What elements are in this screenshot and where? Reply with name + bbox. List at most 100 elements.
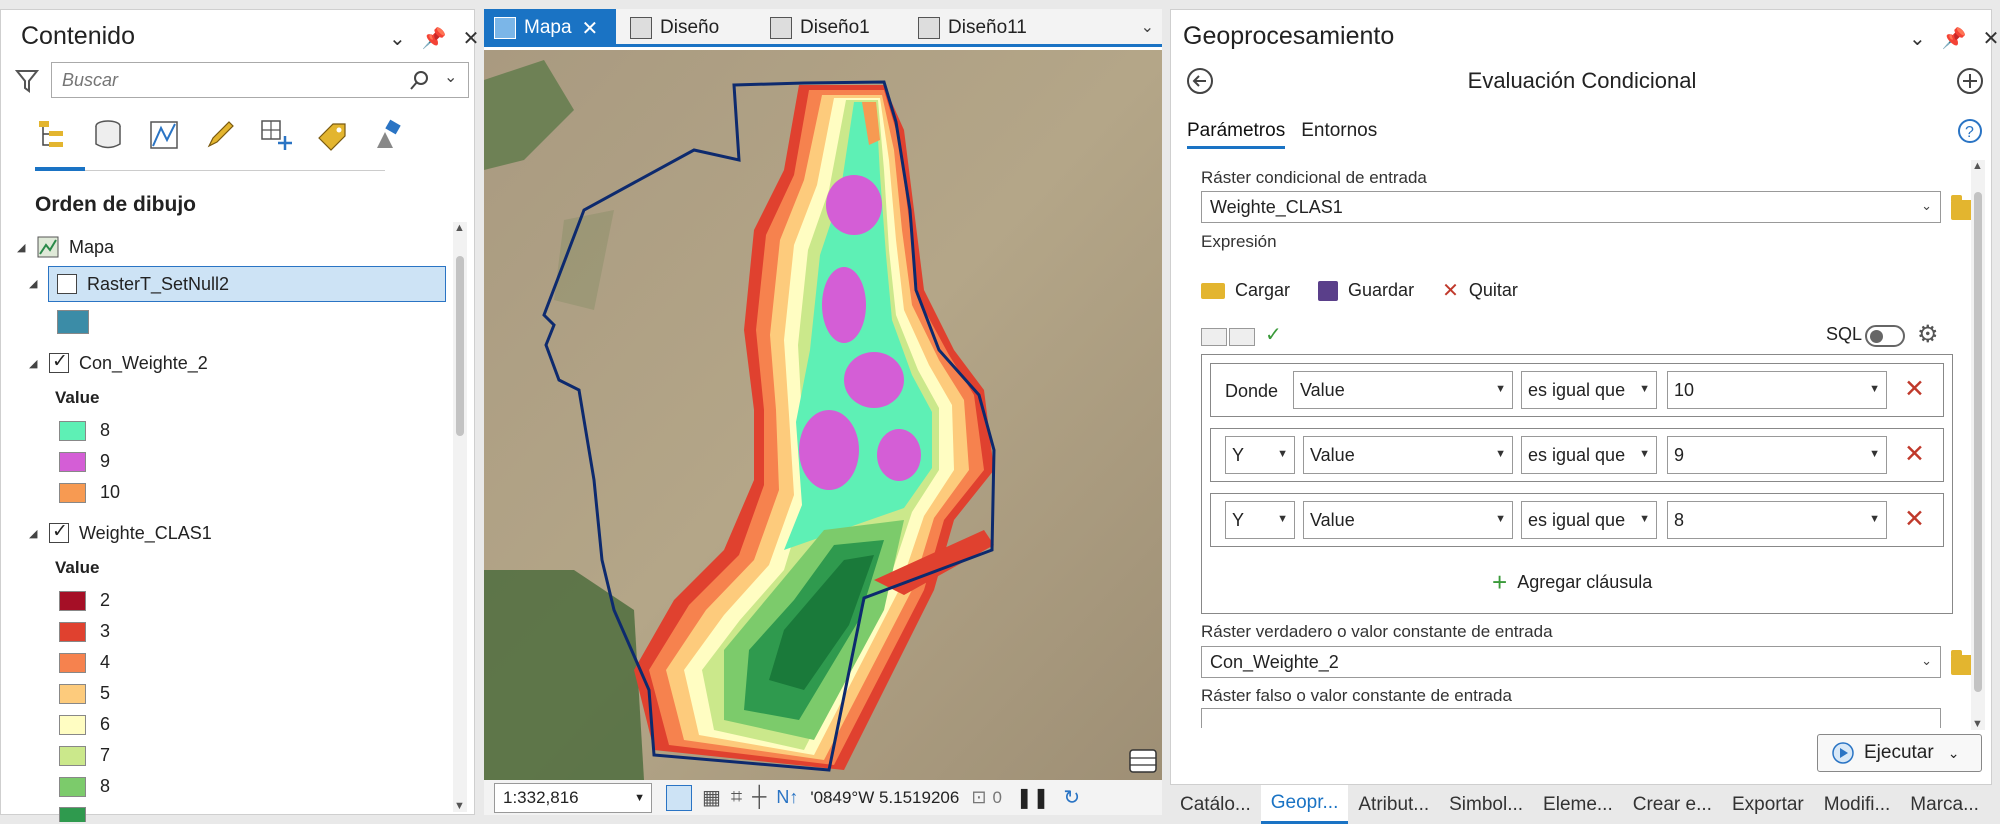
search-icon[interactable] (408, 70, 430, 92)
snapping-icon[interactable]: ⌗ (731, 786, 742, 809)
add-clause-button[interactable]: + Agregar cláusula (1492, 567, 1652, 598)
layer-item-con-weighte-2[interactable]: ◢ Con_Weighte_2 (29, 348, 208, 378)
list-by-labeling-icon[interactable] (315, 118, 349, 152)
layer-item-rastert-setnull2[interactable]: RasterT_SetNull2 (48, 266, 446, 302)
field-select[interactable]: Value ▼ (1303, 501, 1513, 539)
tab-atributos[interactable]: Atribut... (1348, 785, 1439, 824)
chevron-down-icon[interactable]: ⌄ (389, 26, 406, 51)
chevron-down-icon[interactable]: ⌄ (1948, 745, 1960, 762)
gear-icon[interactable]: ⚙ (1917, 320, 1939, 349)
sql-toggle[interactable] (1865, 325, 1905, 347)
contents-scrollbar[interactable]: ▲ ▼ (453, 222, 467, 812)
map-canvas[interactable] (484, 50, 1162, 780)
scale-selector[interactable]: 1:332,816 ▼ (494, 782, 652, 813)
search-input[interactable] (52, 63, 392, 97)
list-by-perspective-imagery-icon[interactable] (371, 118, 405, 152)
connector-select[interactable]: Y ▼ (1225, 436, 1295, 474)
tab-exportar[interactable]: Exportar (1722, 785, 1814, 824)
expand-triangle-icon[interactable]: ◢ (29, 357, 49, 370)
save-button[interactable]: Guardar (1318, 278, 1414, 303)
selection-icon[interactable]: ⊡ (971, 787, 986, 808)
close-icon[interactable]: ✕ (1983, 26, 2000, 51)
connector-select[interactable]: Y ▼ (1225, 501, 1295, 539)
tab-elementos[interactable]: Eleme... (1533, 785, 1623, 824)
list-by-drawing-order-icon[interactable] (35, 118, 69, 152)
chevron-down-icon[interactable]: ⌄ (444, 67, 457, 87)
map-node[interactable]: ◢ Mapa (17, 232, 114, 262)
expand-triangle-icon[interactable]: ◢ (29, 277, 49, 290)
list-by-source-icon[interactable] (91, 118, 125, 152)
operator-select[interactable]: es igual que ▼ (1521, 371, 1657, 409)
true-raster-field[interactable]: Con_Weighte_2 ⌄ (1201, 646, 1941, 678)
tab-diseno1[interactable]: Diseño1 (760, 9, 870, 47)
delete-clause-button[interactable]: ✕ (1904, 504, 1925, 534)
clause-mode-icon[interactable] (1229, 328, 1255, 346)
sql-mode-icon[interactable] (1201, 328, 1227, 346)
scroll-down-icon[interactable]: ▼ (1972, 718, 1983, 730)
tab-mapa[interactable]: Mapa ✕ (484, 9, 616, 47)
run-button[interactable]: Ejecutar ⌄ (1817, 734, 1982, 772)
field-select[interactable]: Value ▼ (1303, 436, 1513, 474)
pin-icon[interactable]: 📌 (1942, 26, 1967, 51)
delete-clause-button[interactable]: ✕ (1904, 374, 1925, 404)
scroll-up-icon[interactable]: ▲ (1972, 160, 1983, 172)
tab-modificar[interactable]: Modifi... (1814, 785, 1901, 824)
layer-item-weighte-clas1[interactable]: ◢ Weighte_CLAS1 (29, 518, 212, 548)
value-select[interactable]: 9 ▼ (1667, 436, 1887, 474)
scroll-down-icon[interactable]: ▼ (454, 800, 465, 812)
refresh-icon[interactable]: ↻ (1063, 785, 1080, 810)
tab-marcadores[interactable]: Marca... (1900, 785, 1989, 824)
scrollbar-thumb[interactable] (456, 256, 464, 436)
expand-triangle-icon[interactable]: ◢ (17, 241, 37, 254)
tab-parametros[interactable]: Parámetros (1187, 120, 1286, 149)
add-icon[interactable] (1955, 66, 1985, 96)
tab-simbologia[interactable]: Simbol... (1439, 785, 1533, 824)
fixed-zoom-icon[interactable] (666, 784, 692, 811)
legend-label: 2 (100, 590, 111, 610)
north-arrow-icon[interactable]: N↑ (776, 787, 798, 808)
chevron-down-icon[interactable]: ⌄ (1141, 17, 1154, 37)
layer-node[interactable]: ◢ (29, 268, 49, 298)
load-button[interactable]: Cargar (1201, 278, 1290, 303)
layer-visibility-checkbox[interactable] (57, 274, 77, 294)
pencil-icon[interactable] (203, 118, 237, 152)
scrollbar-thumb[interactable] (1974, 192, 1982, 692)
grid-icon[interactable]: ▦ (702, 785, 721, 810)
chevron-down-icon[interactable]: ⌄ (1921, 653, 1932, 669)
help-icon[interactable]: ? (1957, 118, 1983, 144)
chevron-down-icon[interactable]: ⌄ (1909, 26, 1926, 51)
pause-icon[interactable]: ❚❚ (1016, 785, 1050, 810)
chevron-down-icon: ▼ (1277, 513, 1288, 525)
delete-clause-button[interactable]: ✕ (1904, 439, 1925, 469)
tab-geoprocesamiento[interactable]: Geopr... (1260, 785, 1349, 824)
verify-checkmark-icon[interactable]: ✓ (1265, 322, 1282, 347)
input-raster-field[interactable]: Weighte_CLAS1 ⌄ (1201, 191, 1941, 223)
layer-visibility-checkbox[interactable] (49, 350, 69, 373)
list-by-selection-icon[interactable] (147, 118, 181, 152)
field-select[interactable]: Value ▼ (1293, 371, 1513, 409)
layer-visibility-checkbox[interactable] (49, 520, 69, 543)
false-raster-field[interactable] (1201, 708, 1941, 728)
value-select[interactable]: 10 ▼ (1667, 371, 1887, 409)
close-icon[interactable]: ✕ (582, 16, 599, 41)
tab-diseno11[interactable]: Diseño11 (908, 9, 1027, 47)
tab-entornos[interactable]: Entornos (1301, 120, 1377, 149)
scroll-up-icon[interactable]: ▲ (454, 222, 465, 234)
tab-diseno[interactable]: Diseño (620, 9, 719, 47)
chevron-down-icon[interactable]: ▼ (634, 792, 645, 804)
table-icon[interactable] (1128, 748, 1158, 774)
operator-select[interactable]: es igual que ▼ (1521, 436, 1657, 474)
tab-crear-entidades[interactable]: Crear e... (1623, 785, 1722, 824)
pin-icon[interactable]: 📌 (422, 26, 447, 51)
close-icon[interactable]: ✕ (463, 26, 480, 51)
operator-select[interactable]: es igual que ▼ (1521, 501, 1657, 539)
remove-button[interactable]: ✕ Quitar (1442, 278, 1518, 303)
chevron-down-icon[interactable]: ⌄ (1921, 198, 1932, 214)
value-select[interactable]: 8 ▼ (1667, 501, 1887, 539)
filter-icon[interactable] (15, 68, 39, 94)
list-by-snapping-icon[interactable] (259, 118, 293, 152)
crosshair-icon[interactable]: ┼ (752, 786, 766, 809)
parameters-scrollbar[interactable]: ▲ ▼ (1971, 160, 1985, 730)
tab-catalogo[interactable]: Catálo... (1170, 785, 1261, 824)
expand-triangle-icon[interactable]: ◢ (29, 527, 49, 540)
